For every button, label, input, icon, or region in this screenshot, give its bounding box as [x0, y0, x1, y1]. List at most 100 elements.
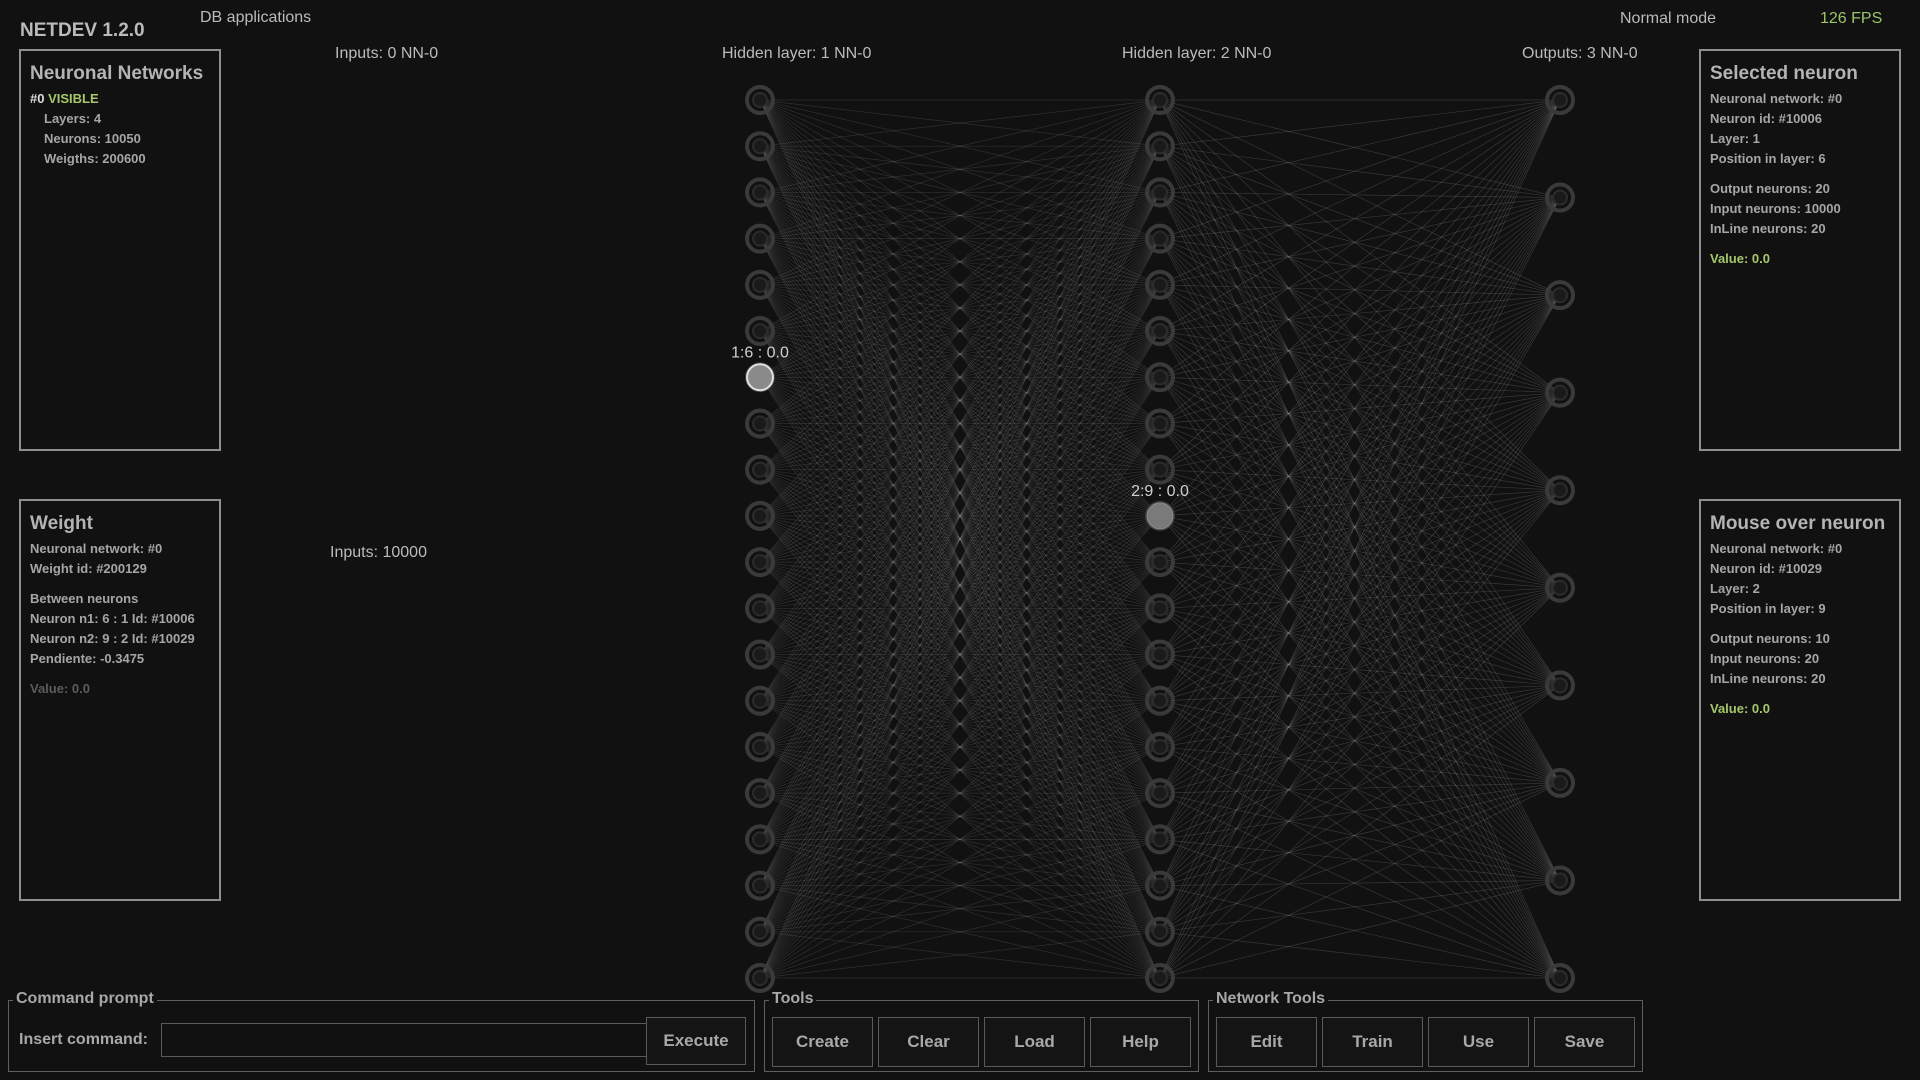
weight-edge [1159, 746, 1561, 784]
command-label: Insert command: [19, 1031, 148, 1048]
neuronal-networks-panel: Neuronal Networks #0 VISIBLE Layers: 4 N… [19, 49, 221, 451]
weight-edge [1159, 99, 1561, 932]
group-title: Network Tools [1213, 990, 1329, 1008]
weight-neuron-n1: Neuron n1: 6 : 1 Id: #10006 [30, 611, 195, 626]
help-button[interactable]: Help [1090, 1017, 1191, 1067]
weight-id: Weight id: #200129 [30, 561, 147, 576]
weight-edge [1159, 608, 1561, 979]
weight-between-heading: Between neurons [30, 591, 139, 606]
execute-button[interactable]: Execute [646, 1017, 746, 1065]
mouse-over-neuron-panel: Mouse over neuron Neuronal network: #0 N… [1699, 499, 1901, 901]
selected-neuron[interactable] [746, 363, 774, 392]
hover-inline-neurons: InLine neurons: 20 [1710, 671, 1826, 686]
output-neuron[interactable] [1545, 670, 1575, 701]
hidden-layer-1-label: Hidden layer: 1 NN-0 [722, 45, 872, 62]
weight-neuron-n2: Neuron n2: 9 : 2 Id: #10029 [30, 631, 195, 646]
group-title: Command prompt [13, 990, 157, 1008]
weight-edge [1159, 684, 1561, 748]
weight-edge [1159, 489, 1561, 794]
tools-group: Tools Create Clear Load Help [764, 990, 1199, 1072]
network-visibility-status: VISIBLE [48, 91, 99, 106]
hidden-layer-2-label: Hidden layer: 2 NN-0 [1122, 45, 1272, 62]
hover-value: Value: 0.0 [1710, 701, 1770, 716]
weight-edge [1159, 294, 1561, 701]
selected-neuron-id: Neuron id: #10006 [1710, 111, 1822, 126]
weight-edge [1159, 489, 1561, 563]
hover-output-neurons: Output neurons: 10 [1710, 631, 1830, 646]
weight-edge [1159, 931, 1561, 979]
hover-position: Position in layer: 9 [1710, 601, 1826, 616]
weight-edge [1159, 99, 1561, 193]
panel-title: Neuronal Networks [30, 63, 204, 84]
weight-edge [1159, 782, 1561, 933]
weight-edge [1159, 685, 1561, 979]
hover-neuron-id: Neuron id: #10029 [1710, 561, 1822, 576]
network-list-item[interactable]: #0 VISIBLE [30, 89, 210, 109]
network-canvas[interactable]: 1:6 : 0.0 2:9 : 0.0 [0, 0, 1920, 1080]
weight-edge [1159, 515, 1561, 589]
weight-edge [1159, 99, 1561, 147]
hovered-neuron-label: 2:9 : 0.0 [1131, 483, 1189, 500]
menu-db-applications[interactable]: DB applications [200, 9, 311, 27]
fps-counter: 126 FPS [1820, 10, 1883, 27]
weight-edge [1159, 587, 1561, 748]
weight-slope: Pendiente: -0.3475 [30, 651, 145, 666]
weight-edge [1159, 561, 1561, 589]
weight-edge [1159, 99, 1561, 840]
weight-value: Value: 0.0 [30, 681, 90, 696]
weight-edge [1159, 392, 1561, 655]
weight-edge [1159, 392, 1561, 932]
weight-panel: Weight Neuronal network: #0 Weight id: #… [19, 499, 221, 901]
output-neuron[interactable] [1545, 475, 1575, 506]
network-weights: Weigths: 200600 [44, 151, 146, 166]
hover-input-neurons: Input neurons: 20 [1710, 651, 1820, 666]
weight-edge [1159, 607, 1561, 784]
weight-edge [1159, 880, 1561, 933]
weight-edge [1159, 469, 1561, 979]
weight-edge [1159, 294, 1561, 979]
weight-edge [1159, 392, 1561, 517]
output-neuron[interactable] [1545, 572, 1575, 603]
clear-button[interactable]: Clear [878, 1017, 979, 1067]
network-layers: Layers: 4 [44, 111, 102, 126]
weight-edge [1159, 587, 1561, 886]
input-layer-label: Inputs: 0 NN-0 [335, 45, 439, 62]
weight-edge [1159, 294, 1561, 471]
save-button[interactable]: Save [1534, 1017, 1635, 1067]
weight-edge [1159, 197, 1561, 794]
weight-edge [1159, 99, 1561, 332]
weight-edge [1159, 885, 1561, 979]
weight-edge [1159, 654, 1561, 686]
load-button[interactable]: Load [984, 1017, 1085, 1067]
weight-edge [1159, 700, 1561, 784]
hover-layer: Layer: 2 [1710, 581, 1760, 596]
inputs-count-label: Inputs: 10000 [330, 544, 427, 561]
weight-edge [1159, 880, 1561, 886]
weight-edge [1159, 392, 1561, 979]
group-title: Tools [769, 990, 817, 1008]
panel-title: Selected neuron [1710, 63, 1858, 84]
panel-title: Weight [30, 513, 93, 534]
weight-edge [1159, 99, 1561, 609]
selected-input-neurons: Input neurons: 10000 [1710, 201, 1841, 216]
selected-value: Value: 0.0 [1710, 251, 1770, 266]
weight-edge [1159, 792, 1561, 979]
weight-edge [1159, 490, 1561, 979]
use-button[interactable]: Use [1428, 1017, 1529, 1067]
edit-button[interactable]: Edit [1216, 1017, 1317, 1067]
train-button[interactable]: Train [1322, 1017, 1423, 1067]
weight-network: Neuronal network: #0 [30, 541, 163, 556]
weight-edge [1159, 746, 1561, 979]
weight-edge [1159, 469, 1561, 686]
hovered-neuron[interactable] [1146, 502, 1174, 530]
selected-layer: Layer: 1 [1710, 131, 1760, 146]
weight-edge [1159, 99, 1561, 701]
create-button[interactable]: Create [772, 1017, 873, 1067]
hover-network: Neuronal network: #0 [1710, 541, 1843, 556]
weight-edge [1159, 99, 1561, 286]
network-tools-group: Network Tools Edit Train Use Save [1208, 990, 1643, 1072]
output-neuron[interactable] [1545, 377, 1575, 408]
selected-neuron-panel: Selected neuron Neuronal network: #0 Neu… [1699, 49, 1901, 451]
command-input[interactable] [161, 1023, 650, 1057]
weight-edge [1159, 561, 1561, 686]
